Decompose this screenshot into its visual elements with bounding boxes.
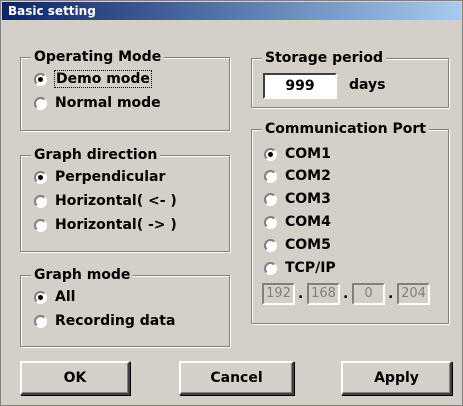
radio-button[interactable] [264, 192, 277, 206]
radio-button[interactable] [34, 170, 47, 184]
radio-button[interactable] [264, 261, 277, 275]
ip-octet-1[interactable]: 192 [262, 283, 295, 305]
radio-label: Normal mode [55, 95, 161, 111]
storage-period-input[interactable]: 999 [263, 73, 337, 99]
radio-horizontal-right[interactable]: Horizontal( -> ) [34, 215, 177, 235]
radio-button[interactable] [264, 215, 277, 229]
graph-direction-group: Graph direction Perpendicular Horizontal… [20, 146, 230, 252]
radio-label: COM2 [285, 168, 331, 184]
cancel-button[interactable]: Cancel [179, 361, 294, 395]
radio-label: TCP/IP [285, 260, 336, 276]
operating-mode-group: Operating Mode Demo mode Normal mode [20, 48, 230, 131]
radio-label: Recording data [55, 313, 176, 329]
ok-button[interactable]: OK [20, 361, 130, 395]
radio-com1[interactable]: COM1 [264, 144, 331, 164]
ip-octet-2[interactable]: 168 [307, 283, 340, 305]
radio-perpendicular[interactable]: Perpendicular [34, 167, 165, 187]
radio-com2[interactable]: COM2 [264, 166, 331, 186]
communication-port-label: Communication Port [262, 120, 429, 138]
radio-label: COM5 [285, 237, 331, 253]
radio-com5[interactable]: COM5 [264, 235, 331, 255]
ip-separator: . [343, 286, 349, 302]
radio-horizontal-left[interactable]: Horizontal( <- ) [34, 191, 177, 211]
ip-separator: . [388, 286, 394, 302]
radio-button[interactable] [34, 96, 47, 110]
graph-mode-group: Graph mode All Recording data [20, 266, 230, 347]
operating-mode-label: Operating Mode [31, 48, 165, 66]
graph-mode-label: Graph mode [31, 266, 134, 284]
radio-com4[interactable]: COM4 [264, 212, 331, 232]
radio-button[interactable] [34, 72, 47, 86]
radio-button[interactable] [264, 238, 277, 252]
storage-period-group: Storage period 999 days [251, 49, 449, 108]
basic-setting-dialog: Basic setting Operating Mode Demo mode N… [0, 0, 463, 406]
radio-label: Horizontal( <- ) [55, 193, 177, 209]
radio-button[interactable] [264, 147, 277, 161]
radio-label: COM3 [285, 191, 331, 207]
radio-button[interactable] [264, 169, 277, 183]
radio-button[interactable] [34, 290, 47, 304]
radio-label: Demo mode [54, 70, 152, 88]
radio-button[interactable] [34, 314, 47, 328]
radio-normal-mode[interactable]: Normal mode [34, 93, 161, 113]
graph-direction-label: Graph direction [31, 146, 161, 164]
radio-recording-data[interactable]: Recording data [34, 311, 175, 331]
radio-label: Horizontal( -> ) [55, 217, 177, 233]
radio-tcp-ip[interactable]: TCP/IP [264, 258, 336, 278]
ip-separator: . [298, 286, 304, 302]
radio-demo-mode[interactable]: Demo mode [34, 69, 152, 89]
radio-button[interactable] [34, 218, 47, 232]
ip-octet-4[interactable]: 204 [397, 283, 430, 305]
radio-label: COM1 [285, 146, 331, 162]
radio-label: COM4 [285, 214, 331, 230]
storage-period-unit: days [349, 77, 386, 93]
radio-button[interactable] [34, 194, 47, 208]
radio-label: All [55, 289, 76, 305]
radio-label: Perpendicular [55, 169, 166, 185]
radio-com3[interactable]: COM3 [264, 189, 331, 209]
ip-octet-3[interactable]: 0 [352, 283, 385, 305]
title-bar: Basic setting [2, 2, 461, 20]
radio-all[interactable]: All [34, 287, 75, 307]
communication-port-group: Communication Port COM1 COM2 COM3 COM4 C… [251, 120, 449, 324]
storage-period-label: Storage period [262, 49, 386, 67]
apply-button[interactable]: Apply [341, 361, 452, 395]
